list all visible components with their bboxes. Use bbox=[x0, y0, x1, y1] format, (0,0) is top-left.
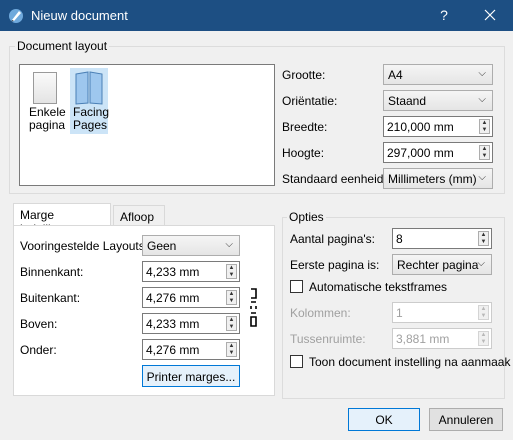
onder-spinbox[interactable]: 4,276 mm ▲ ▼ bbox=[142, 339, 240, 360]
aantal-label: Aantal pagina's: bbox=[290, 232, 376, 246]
spin-buttons[interactable]: ▲ ▼ bbox=[478, 305, 489, 320]
close-button[interactable] bbox=[467, 0, 513, 31]
spin-down-icon[interactable]: ▼ bbox=[227, 272, 236, 279]
spin-down-icon[interactable]: ▼ bbox=[480, 127, 489, 134]
spin-buttons[interactable]: ▲ ▼ bbox=[226, 342, 237, 357]
breedte-label: Breedte: bbox=[282, 120, 328, 134]
spin-buttons[interactable]: ▲ ▼ bbox=[479, 145, 490, 160]
toon-instelling-label[interactable]: Toon document instelling na aanmaak bbox=[309, 355, 510, 369]
document-layout-legend: Document layout bbox=[15, 39, 110, 53]
eenheid-value: Millimeters (mm) bbox=[388, 172, 477, 186]
spin-buttons[interactable]: ▲ ▼ bbox=[478, 331, 489, 346]
spin-up-icon[interactable]: ▲ bbox=[227, 265, 236, 272]
tussenruimte-spinbox[interactable]: 3,881 mm ▲ ▼ bbox=[392, 328, 492, 349]
hoogte-value: 297,000 mm bbox=[387, 146, 454, 160]
kolommen-label: Kolommen: bbox=[290, 306, 351, 320]
kolommen-spinbox[interactable]: 1 ▲ ▼ bbox=[392, 302, 492, 323]
chevron-down-icon: ⌵ bbox=[478, 94, 486, 105]
breedte-value: 210,000 mm bbox=[387, 120, 454, 134]
single-page-label: Enkele pagina bbox=[29, 105, 66, 132]
aantal-spinbox[interactable]: 8 ▲ ▼ bbox=[392, 228, 492, 249]
title-bar[interactable]: Nieuw document ? bbox=[0, 0, 513, 31]
hoogte-label: Hoogte: bbox=[282, 146, 325, 160]
spin-up-icon[interactable]: ▲ bbox=[479, 232, 488, 239]
close-icon bbox=[484, 9, 496, 21]
buitenkant-label: Buitenkant: bbox=[20, 291, 81, 305]
link-chain-icon[interactable] bbox=[249, 288, 259, 328]
toon-instelling-checkbox[interactable] bbox=[290, 355, 303, 368]
spin-buttons[interactable]: ▲ ▼ bbox=[478, 231, 489, 246]
spin-down-icon[interactable]: ▼ bbox=[479, 339, 488, 346]
options-legend: Opties bbox=[287, 210, 326, 224]
hoogte-spinbox[interactable]: 297,000 mm ▲ ▼ bbox=[383, 142, 493, 163]
binnenkant-spinbox[interactable]: 4,233 mm ▲ ▼ bbox=[142, 261, 240, 282]
buitenkant-value: 4,276 mm bbox=[146, 291, 200, 305]
spin-up-icon[interactable]: ▲ bbox=[480, 120, 489, 127]
boven-value: 4,233 mm bbox=[146, 317, 200, 331]
orientatie-label: Oriëntatie: bbox=[282, 94, 338, 108]
tussenruimte-label: Tussenruimte: bbox=[290, 332, 366, 346]
spin-up-icon[interactable]: ▲ bbox=[227, 291, 236, 298]
printer-margins-button[interactable]: Printer marges... bbox=[142, 365, 240, 387]
kolommen-value: 1 bbox=[396, 306, 403, 320]
spin-up-icon[interactable]: ▲ bbox=[479, 306, 488, 313]
spin-down-icon[interactable]: ▼ bbox=[479, 239, 488, 246]
spin-up-icon[interactable]: ▲ bbox=[227, 317, 236, 324]
aantal-value: 8 bbox=[396, 232, 403, 246]
grootte-label: Grootte: bbox=[282, 68, 326, 82]
facing-pages-label: Facing Pages bbox=[73, 105, 110, 132]
layout-option-facing[interactable]: Facing Pages bbox=[70, 68, 110, 134]
window-title: Nieuw document bbox=[31, 8, 128, 23]
binnenkant-value: 4,233 mm bbox=[146, 265, 200, 279]
layout-option-single[interactable]: Enkele pagina bbox=[29, 70, 66, 132]
onder-label: Onder: bbox=[20, 343, 57, 357]
grootte-select[interactable]: A4 ⌵ bbox=[383, 64, 493, 85]
boven-label: Boven: bbox=[20, 317, 58, 331]
tussenruimte-value: 3,881 mm bbox=[396, 332, 450, 346]
eenheid-label: Standaard eenheid: bbox=[282, 172, 387, 186]
breedte-spinbox[interactable]: 210,000 mm ▲ ▼ bbox=[383, 116, 493, 137]
eenheid-select[interactable]: Millimeters (mm) ⌵ bbox=[383, 168, 493, 189]
spin-down-icon[interactable]: ▼ bbox=[227, 324, 236, 331]
grootte-value: A4 bbox=[388, 68, 403, 82]
spin-down-icon[interactable]: ▼ bbox=[227, 350, 236, 357]
orientatie-select[interactable]: Staand ⌵ bbox=[383, 90, 493, 111]
spin-down-icon[interactable]: ▼ bbox=[227, 298, 236, 305]
spin-up-icon[interactable]: ▲ bbox=[479, 332, 488, 339]
tab-afloop[interactable]: Afloop bbox=[113, 205, 165, 226]
single-page-icon bbox=[33, 72, 57, 104]
boven-spinbox[interactable]: 4,233 mm ▲ ▼ bbox=[142, 313, 240, 334]
eerste-select[interactable]: Rechter pagina ⌵ bbox=[392, 254, 492, 275]
eerste-label: Eerste pagina is: bbox=[290, 258, 380, 272]
spin-buttons[interactable]: ▲ ▼ bbox=[226, 290, 237, 305]
chevron-down-icon: ⌵ bbox=[478, 172, 486, 183]
layouts-value: Geen bbox=[147, 239, 177, 253]
app-icon bbox=[9, 9, 23, 23]
chevron-down-icon: ⌵ bbox=[477, 258, 485, 269]
chevron-down-icon: ⌵ bbox=[225, 239, 233, 250]
chevron-down-icon: ⌵ bbox=[478, 68, 486, 79]
ok-button[interactable]: OK bbox=[348, 408, 420, 431]
binnenkant-label: Binnenkant: bbox=[20, 265, 84, 279]
spin-up-icon[interactable]: ▲ bbox=[227, 343, 236, 350]
spin-up-icon[interactable]: ▲ bbox=[480, 146, 489, 153]
auto-frames-checkbox[interactable] bbox=[290, 280, 303, 293]
orientatie-value: Staand bbox=[388, 94, 427, 108]
layouts-select[interactable]: Geen ⌵ bbox=[142, 235, 240, 256]
cancel-button[interactable]: Annuleren bbox=[429, 408, 503, 431]
tab-marge-hulplijnen[interactable]: Marge hulplijnen bbox=[13, 203, 111, 236]
buitenkant-spinbox[interactable]: 4,276 mm ▲ ▼ bbox=[142, 287, 240, 308]
auto-frames-label[interactable]: Automatische tekstframes bbox=[309, 280, 447, 294]
layouts-label: Vooringestelde Layouts: bbox=[20, 239, 149, 253]
facing-pages-icon bbox=[75, 71, 103, 105]
eerste-value: Rechter pagina bbox=[397, 258, 479, 272]
spin-buttons[interactable]: ▲ ▼ bbox=[479, 119, 490, 134]
help-button[interactable]: ? bbox=[421, 0, 467, 31]
spin-down-icon[interactable]: ▼ bbox=[479, 313, 488, 320]
spin-down-icon[interactable]: ▼ bbox=[480, 153, 489, 160]
spin-buttons[interactable]: ▲ ▼ bbox=[226, 264, 237, 279]
spin-buttons[interactable]: ▲ ▼ bbox=[226, 316, 237, 331]
onder-value: 4,276 mm bbox=[146, 343, 200, 357]
